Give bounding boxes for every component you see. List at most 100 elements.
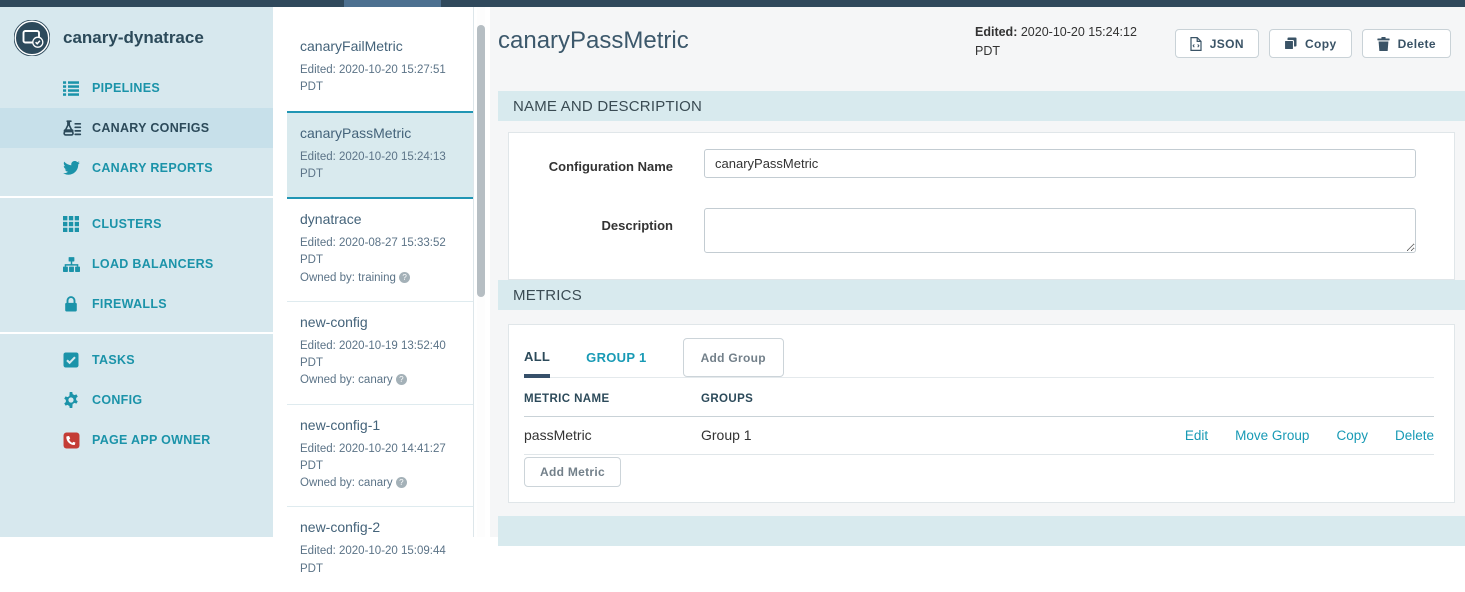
help-icon[interactable]: ? [399, 272, 410, 283]
metrics-card: ALL GROUP 1 Add Group METRIC NAME GROUPS… [508, 324, 1455, 503]
sidebar-nav: PIPELINES CANARY CONFIGS CANARY REPORTS [0, 68, 273, 460]
grid-icon [58, 216, 84, 232]
column-header-metric-name: METRIC NAME [524, 393, 701, 405]
sidebar-item-label: TASKS [92, 353, 135, 367]
flask-icon [58, 120, 84, 137]
copy-button[interactable]: Copy [1269, 29, 1352, 58]
config-name: canaryFailMetric [300, 38, 460, 54]
app-header: canary-dynatrace [0, 7, 273, 68]
edited-timestamp: Edited: 2020-10-20 15:24:12 PDT [975, 23, 1147, 62]
config-list-item-canaryPassMetric[interactable]: canaryPassMetric Edited: 2020-10-20 15:2… [287, 111, 473, 200]
canary-config-list: canaryFailMetric Edited: 2020-10-20 15:2… [287, 7, 474, 537]
tab-group-1[interactable]: GROUP 1 [586, 338, 646, 377]
check-square-icon [58, 352, 84, 368]
top-navbar [0, 0, 1465, 7]
sidebar-divider [0, 332, 273, 334]
sidebar-item-load-balancers[interactable]: LOAD BALANCERS [0, 244, 273, 284]
add-group-button[interactable]: Add Group [683, 338, 784, 377]
sidebar-item-label: PAGE APP OWNER [92, 433, 211, 447]
config-name-row: Configuration Name [509, 149, 1454, 178]
gear-icon [58, 392, 84, 408]
file-icon [1190, 37, 1202, 51]
config-name: new-config [300, 314, 460, 330]
sidebar-item-label: LOAD BALANCERS [92, 257, 214, 271]
add-metric-button[interactable]: Add Metric [524, 457, 621, 487]
config-owner-text: Owned by: training [300, 272, 396, 284]
bird-icon [58, 161, 84, 175]
config-edited: Edited: 2020-10-20 14:41:27 PDT [300, 441, 460, 476]
copy-link[interactable]: Copy [1336, 428, 1368, 443]
sidebar-item-firewalls[interactable]: FIREWALLS [0, 284, 273, 324]
config-list-scrollbar[interactable] [477, 25, 485, 297]
config-name-input[interactable] [704, 149, 1416, 178]
section-title: METRICS [513, 287, 582, 304]
sidebar-item-config[interactable]: CONFIG [0, 380, 273, 420]
help-icon[interactable]: ? [396, 374, 407, 385]
page-title: canaryPassMetric [498, 27, 689, 55]
section-header-metrics: METRICS [498, 280, 1465, 310]
json-button-label: JSON [1210, 37, 1244, 51]
sidebar-item-label: CANARY CONFIGS [92, 121, 209, 135]
config-owner: Owned by: canary ? [300, 475, 460, 492]
config-name: new-config-2 [300, 519, 460, 535]
config-name-field-wrap [704, 149, 1416, 178]
metric-name-cell: passMetric [524, 427, 701, 443]
tab-all[interactable]: ALL [524, 338, 550, 378]
sidebar-item-canary-configs[interactable]: CANARY CONFIGS [0, 108, 273, 148]
top-navbar-highlight [344, 0, 441, 7]
config-list-item-dynatrace[interactable]: dynatrace Edited: 2020-08-27 15:33:52 PD… [287, 199, 473, 301]
metric-table-row: passMetric Group 1 Edit Move Group Copy … [524, 417, 1434, 455]
app-title[interactable]: canary-dynatrace [63, 28, 204, 48]
sidebar-item-label: PIPELINES [92, 81, 160, 95]
config-owner-text: Owned by: canary [300, 477, 393, 489]
sidebar-item-label: CANARY REPORTS [92, 161, 213, 175]
config-list-item-new-config-2[interactable]: new-config-2 Edited: 2020-10-20 15:09:44… [287, 506, 473, 592]
config-name: new-config-1 [300, 417, 460, 433]
edited-label: Edited: [975, 25, 1017, 39]
app-logo-icon [14, 20, 50, 56]
config-list-scrollbar-track [477, 7, 485, 537]
config-owner: Owned by: training ? [300, 270, 460, 287]
sidebar-divider [0, 196, 273, 198]
help-icon[interactable]: ? [396, 477, 407, 488]
lock-icon [58, 296, 84, 312]
config-owner: Owned by: canary ? [300, 372, 460, 389]
config-edited: Edited: 2020-10-20 15:27:51 PDT [300, 62, 460, 97]
delete-button[interactable]: Delete [1362, 29, 1451, 58]
config-edited: Edited: 2020-10-20 15:09:44 PDT [300, 543, 460, 578]
config-name: dynatrace [300, 211, 460, 227]
sidebar-item-tasks[interactable]: TASKS [0, 340, 273, 380]
sidebar-item-clusters[interactable]: CLUSTERS [0, 204, 273, 244]
config-list-item-new-config[interactable]: new-config Edited: 2020-10-19 13:52:40 P… [287, 301, 473, 404]
section-title: NAME AND DESCRIPTION [513, 98, 702, 115]
sidebar-item-label: CONFIG [92, 393, 142, 407]
sidebar-item-page-app-owner[interactable]: PAGE APP OWNER [0, 420, 273, 460]
sidebar-item-canary-reports[interactable]: CANARY REPORTS [0, 148, 273, 188]
sidebar-item-label: FIREWALLS [92, 297, 167, 311]
metrics-table-header: METRIC NAME GROUPS [524, 378, 1434, 417]
config-name-label: Configuration Name [509, 149, 673, 178]
config-detail-pane: canaryPassMetric Edited: 2020-10-20 15:2… [490, 7, 1465, 537]
edit-link[interactable]: Edit [1185, 428, 1208, 443]
config-edited: Edited: 2020-10-20 15:24:13 PDT [300, 149, 460, 184]
metric-groups-cell: Group 1 [701, 427, 752, 443]
config-list-item-canaryFailMetric[interactable]: canaryFailMetric Edited: 2020-10-20 15:2… [287, 26, 473, 111]
detail-header: canaryPassMetric Edited: 2020-10-20 15:2… [490, 7, 1465, 91]
metrics-tabs: ALL GROUP 1 Add Group [524, 338, 1434, 378]
section-header-name-description: NAME AND DESCRIPTION [498, 91, 1465, 121]
delete-link[interactable]: Delete [1395, 428, 1434, 443]
metric-row-actions: Edit Move Group Copy Delete [1185, 428, 1434, 443]
sidebar-item-pipelines[interactable]: PIPELINES [0, 68, 273, 108]
copy-button-label: Copy [1305, 37, 1337, 51]
config-owner-text: Owned by: canary [300, 374, 393, 386]
config-list-item-new-config-1[interactable]: new-config-1 Edited: 2020-10-20 14:41:27… [287, 404, 473, 507]
description-row: Description [509, 208, 1454, 253]
section-header-partial [498, 516, 1465, 546]
column-header-groups: GROUPS [701, 393, 753, 405]
description-textarea[interactable] [704, 208, 1416, 253]
list-icon [58, 81, 84, 96]
config-edited: Edited: 2020-08-27 15:33:52 PDT [300, 235, 460, 270]
json-button[interactable]: JSON [1175, 29, 1259, 58]
move-group-link[interactable]: Move Group [1235, 428, 1309, 443]
trash-icon [1377, 37, 1390, 51]
